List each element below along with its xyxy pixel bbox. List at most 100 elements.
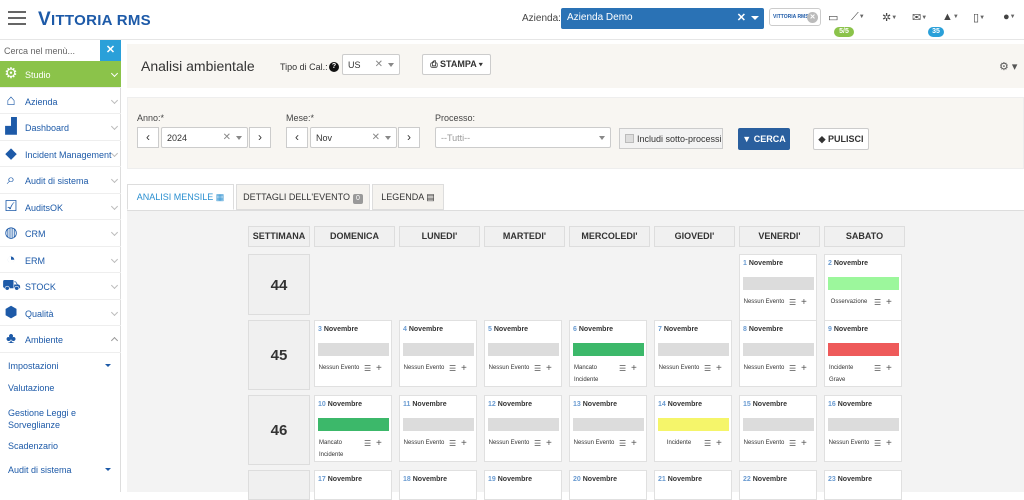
sidebar-item-qualita[interactable]: ⬢ Qualità: [0, 300, 121, 326]
chevron-down-icon[interactable]: [599, 136, 605, 140]
calendar-day-cell[interactable]: 23 Novembre: [824, 470, 902, 500]
add-event-icon[interactable]: +: [461, 438, 467, 449]
clear-icon[interactable]: ✕: [223, 132, 231, 143]
add-event-icon[interactable]: +: [461, 363, 467, 374]
sidebar-item-crm[interactable]: ◍ CRM: [0, 220, 121, 247]
add-event-icon[interactable]: +: [716, 363, 722, 374]
inbox-icon[interactable]: ▭: [828, 11, 838, 24]
add-event-icon[interactable]: +: [886, 363, 892, 374]
list-icon[interactable]: ☰: [874, 364, 881, 373]
hamburger-menu-icon[interactable]: [8, 11, 26, 26]
calendar-day-cell[interactable]: 7 Novembre Nessun Evento ☰ +: [654, 320, 732, 387]
calendar-day-cell[interactable]: 6 Novembre Mancato Incidente ☰ +: [569, 320, 647, 387]
sidebar-item-erm[interactable]: ◔ ERM: [0, 247, 121, 273]
anno-next-button[interactable]: ›: [249, 127, 271, 148]
add-event-icon[interactable]: +: [801, 297, 807, 308]
trend-chart-icon[interactable]: ⟋▼: [851, 11, 865, 24]
mese-next-button[interactable]: ›: [398, 127, 420, 148]
tab-dettagli-evento[interactable]: DETTAGLI DELL'EVENTO 0: [236, 184, 370, 210]
list-icon[interactable]: ☰: [364, 364, 371, 373]
calendar-day-cell[interactable]: 11 Novembre Nessun Evento ☰ +: [399, 395, 477, 462]
azienda-select[interactable]: Azienda Demo ✕: [561, 8, 764, 29]
anno-select[interactable]: 2024 ✕: [161, 127, 248, 148]
company-logo-badge[interactable]: VITTORIA RMS ✕: [769, 8, 821, 26]
list-icon[interactable]: ☰: [534, 439, 541, 448]
calendar-day-cell[interactable]: 1 Novembre Nessun Evento ☰ +: [739, 254, 817, 321]
sidebar-item-ambiente[interactable]: ♣ Ambiente: [0, 326, 121, 353]
calendar-day-cell[interactable]: 3 Novembre Nessun Evento ☰ +: [314, 320, 392, 387]
calendar-day-cell[interactable]: 5 Novembre Nessun Evento ☰ +: [484, 320, 562, 387]
list-icon[interactable]: ☰: [874, 298, 881, 307]
close-icon[interactable]: ✕: [807, 12, 818, 23]
mail-icon[interactable]: ✉▼: [912, 11, 927, 24]
menu-search-input[interactable]: [0, 40, 100, 61]
calendar-day-cell[interactable]: 2 Novembre Osservazione ☰ +: [824, 254, 902, 321]
clear-icon[interactable]: ✕: [372, 132, 380, 143]
help-icon[interactable]: ?: [329, 62, 339, 72]
chevron-down-icon[interactable]: [751, 16, 759, 20]
list-icon[interactable]: ☰: [534, 364, 541, 373]
list-icon[interactable]: ☰: [704, 439, 711, 448]
add-event-icon[interactable]: +: [631, 438, 637, 449]
mese-prev-button[interactable]: ‹: [286, 127, 308, 148]
sidebar-item-azienda[interactable]: ⌂ Azienda: [0, 88, 121, 114]
submenu-scadenzario[interactable]: Scadenzario: [8, 437, 121, 461]
checkbox-icon[interactable]: [625, 134, 634, 143]
list-icon[interactable]: ☰: [874, 439, 881, 448]
list-icon[interactable]: ☰: [789, 439, 796, 448]
calendar-day-cell[interactable]: 20 Novembre: [569, 470, 647, 500]
sidebar-item-auditsok[interactable]: ☑ AuditsOK: [0, 194, 121, 220]
tab-analisi-mensile[interactable]: ANALISI MENSILE ▦: [127, 184, 234, 210]
mese-select[interactable]: Nov ✕: [310, 127, 397, 148]
add-event-icon[interactable]: +: [801, 363, 807, 374]
chevron-down-icon[interactable]: [236, 136, 242, 140]
submenu-gestione-leggi[interactable]: Gestione Leggi e Sorveglianze: [8, 401, 108, 437]
settings-gear-icon[interactable]: ⚙ ▾: [999, 60, 1017, 73]
add-event-icon[interactable]: +: [801, 438, 807, 449]
calendar-day-cell[interactable]: 21 Novembre: [654, 470, 732, 500]
list-icon[interactable]: ☰: [704, 364, 711, 373]
list-icon[interactable]: ☰: [449, 439, 456, 448]
calendar-day-cell[interactable]: 17 Novembre: [314, 470, 392, 500]
sidebar-item-stock[interactable]: ⛟ STOCK: [0, 273, 121, 300]
list-icon[interactable]: ☰: [364, 439, 371, 448]
stampa-button[interactable]: ⎙ STAMPA ▾: [422, 54, 491, 75]
add-event-icon[interactable]: +: [886, 438, 892, 449]
calendar-day-cell[interactable]: 12 Novembre Nessun Evento ☰ +: [484, 395, 562, 462]
anno-prev-button[interactable]: ‹: [137, 127, 159, 148]
calendar-day-cell[interactable]: 16 Novembre Nessun Evento ☰ +: [824, 395, 902, 462]
calendar-day-cell[interactable]: 18 Novembre: [399, 470, 477, 500]
bell-icon[interactable]: ▲▼: [942, 11, 959, 23]
add-event-icon[interactable]: +: [376, 363, 382, 374]
calendar-day-cell[interactable]: 8 Novembre Nessun Evento ☰ +: [739, 320, 817, 387]
tipo-cal-select[interactable]: US ✕: [342, 54, 400, 75]
submenu-audit-di-sistema[interactable]: Audit di sistema: [8, 461, 121, 485]
calendar-day-cell[interactable]: 22 Novembre: [739, 470, 817, 500]
sidebar-item-studio[interactable]: ⚙ Studio: [0, 61, 121, 88]
add-event-icon[interactable]: +: [376, 438, 382, 449]
add-event-icon[interactable]: +: [716, 438, 722, 449]
add-event-icon[interactable]: +: [546, 363, 552, 374]
chevron-down-icon[interactable]: [385, 136, 391, 140]
user-icon[interactable]: ●▼: [1003, 11, 1016, 23]
sidebar-item-audit-di-sistema[interactable]: ⌕ Audit di sistema: [0, 167, 121, 194]
includi-sotto-processi-checkbox[interactable]: Includi sotto-processi: [619, 128, 723, 149]
add-event-icon[interactable]: +: [886, 297, 892, 308]
list-icon[interactable]: ☰: [619, 439, 626, 448]
calendar-day-cell[interactable]: 9 Novembre Incidente Grave ☰ +: [824, 320, 902, 387]
list-icon[interactable]: ☰: [789, 298, 796, 307]
calendar-day-cell[interactable]: 10 Novembre Mancato Incidente ☰ +: [314, 395, 392, 462]
submenu-valutazione[interactable]: Valutazione: [8, 377, 121, 401]
tab-legenda[interactable]: LEGENDA ▤: [372, 184, 444, 210]
processo-select[interactable]: --Tutti--: [435, 127, 611, 148]
calendar-day-cell[interactable]: 19 Novembre: [484, 470, 562, 500]
clear-search-icon[interactable]: ✕: [100, 40, 121, 61]
bug-icon[interactable]: ✲▼: [882, 11, 897, 24]
submenu-impostazioni[interactable]: Impostazioni: [8, 353, 121, 377]
clear-icon[interactable]: ✕: [375, 59, 383, 70]
list-icon[interactable]: ☰: [619, 364, 626, 373]
list-icon[interactable]: ☰: [789, 364, 796, 373]
sidebar-item-dashboard[interactable]: ▟ Dashboard: [0, 114, 121, 141]
calendar-day-cell[interactable]: 4 Novembre Nessun Evento ☰ +: [399, 320, 477, 387]
clear-azienda-icon[interactable]: ✕: [737, 11, 746, 24]
